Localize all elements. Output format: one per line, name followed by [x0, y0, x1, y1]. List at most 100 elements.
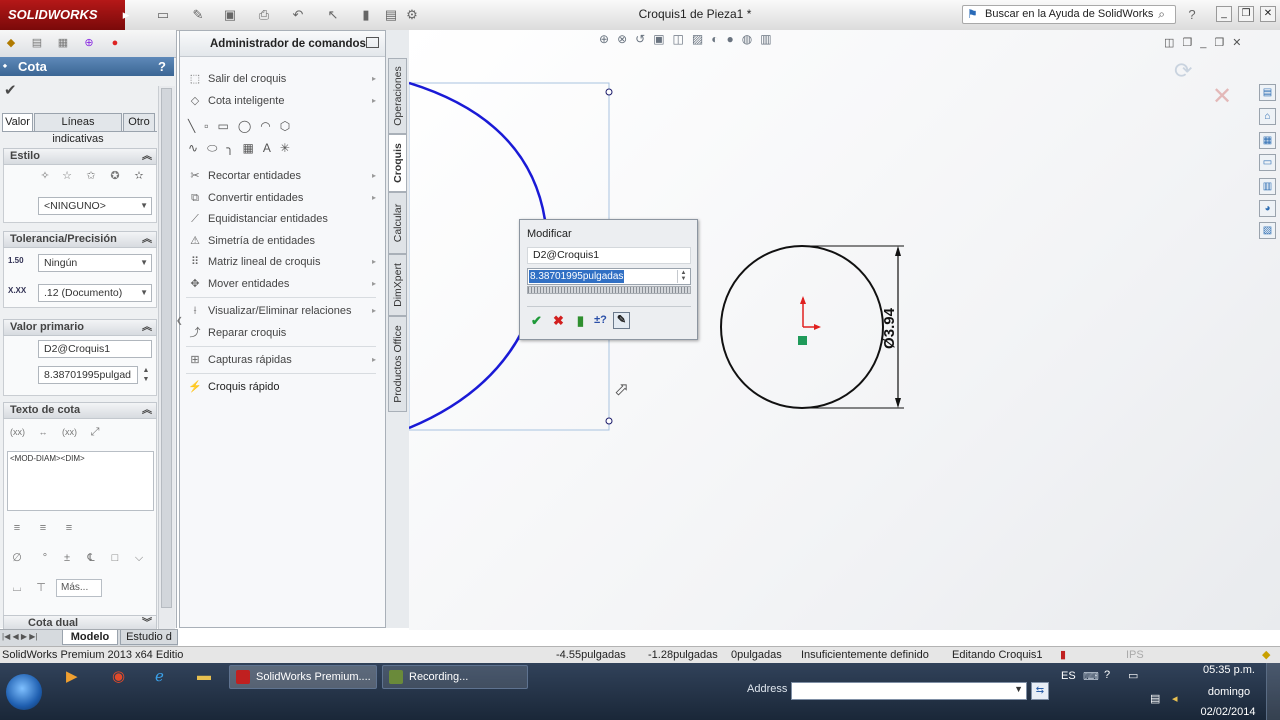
delete-style-icon[interactable]: ✩	[84, 169, 98, 183]
thumbwheel[interactable]	[527, 286, 691, 294]
mark-for-drawing-button[interactable]: ✎	[613, 312, 630, 329]
address-input[interactable]: ▼	[791, 682, 1027, 700]
plus-minus-icon[interactable]: ±	[60, 551, 74, 565]
property-scrollbar[interactable]	[158, 86, 175, 658]
line-icon[interactable]: ╲	[188, 119, 204, 133]
estilo-header[interactable]: Estilo ︽	[3, 148, 157, 165]
cmd-capturas-rapidas[interactable]: ⊞ Capturas rápidas ▸	[186, 351, 376, 369]
help-button[interactable]: ?	[158, 57, 166, 76]
custom-properties-icon[interactable]: ▧	[1259, 222, 1276, 239]
address-go-icon[interactable]: ⇆	[1031, 682, 1049, 700]
cmd-recortar-entidades[interactable]: ✂ Recortar entidades ▸	[186, 167, 376, 185]
keyboard-icon[interactable]: ⌨	[1083, 670, 1099, 683]
explorer-folder-icon[interactable]: ▬	[197, 667, 211, 683]
align-right-icon[interactable]: ≡	[62, 521, 76, 535]
align-center-icon[interactable]: ≡	[36, 521, 50, 535]
center-dimension-icon[interactable]: ↔	[36, 425, 50, 439]
appearances-icon[interactable]: ◕	[1259, 200, 1276, 217]
ok-button[interactable]: ✔	[528, 312, 545, 329]
media-player-icon[interactable]: ▶	[66, 667, 78, 685]
dimension-value-field[interactable]: 8.38701995pulgad	[38, 366, 138, 384]
property-manager-icon[interactable]: ▤	[30, 36, 44, 50]
view-palette-icon[interactable]: ▥	[1259, 178, 1276, 195]
rectangle-icon[interactable]: ▫	[204, 119, 217, 133]
solidworks-logo[interactable]: SOLIDWORKS	[0, 0, 125, 30]
save-style-icon[interactable]: ✪	[108, 169, 122, 183]
fillet-icon[interactable]: ╮	[226, 141, 242, 155]
dimension-text-area[interactable]: <MOD-DIAM><DIM>	[7, 451, 154, 511]
modify-value-text[interactable]: 8.38701995pulgadas	[529, 270, 625, 283]
cmd-simetria-entidades[interactable]: ⚠ Simetría de entidades	[186, 232, 315, 250]
depth-icon[interactable]: ⊤	[34, 581, 48, 595]
tab-modelo[interactable]: Modelo	[62, 630, 118, 645]
rebuild-button[interactable]: ▮	[572, 312, 589, 329]
text-icon[interactable]: A	[263, 141, 280, 155]
centerline-icon[interactable]: ℄	[84, 551, 98, 565]
tooltip-icon[interactable]: ◆	[1262, 647, 1270, 663]
parentheses-icon[interactable]: (xx)	[10, 425, 25, 439]
new-document-icon[interactable]: ▭	[155, 7, 171, 23]
rebuild-icon[interactable]: ▮	[358, 7, 374, 23]
cancel-button[interactable]: ✖	[550, 312, 567, 329]
precision-combo[interactable]: .12 (Documento) ▼	[38, 284, 152, 302]
ellipse-icon[interactable]: ⬭	[207, 141, 226, 155]
apply-style-icon[interactable]: ✧	[38, 169, 52, 183]
degree-symbol-icon[interactable]: °	[38, 551, 52, 565]
vtab-calcular[interactable]: Calcular	[388, 192, 407, 254]
arc-icon[interactable]: ◠	[260, 119, 279, 133]
polygon-icon[interactable]: ⬡	[280, 119, 299, 133]
style-combo[interactable]: <NINGUNO> ▼	[38, 197, 152, 215]
vtab-productos-office[interactable]: Productos Office	[388, 316, 407, 412]
select-icon[interactable]: ↖	[325, 7, 341, 23]
help-search-input[interactable]: ⚑ Buscar en la Ayuda de SolidWorks ⌕	[962, 5, 1176, 24]
taskbar-app-recording[interactable]: Recording...	[382, 665, 528, 689]
save-icon[interactable]: ▣	[222, 7, 238, 23]
cmd-equidistanciar-entidades[interactable]: ⟋ Equidistanciar entidades	[186, 210, 328, 228]
minimize-button[interactable]: _	[1216, 6, 1232, 22]
reset-spin-increment-button[interactable]: ±?	[592, 312, 609, 329]
load-style-icon[interactable]: ✫	[132, 169, 146, 183]
show-desktop-button[interactable]	[1266, 663, 1280, 720]
clock-day[interactable]: domingo	[1203, 686, 1255, 698]
valor-primario-header[interactable]: Valor primario ︽	[3, 319, 157, 336]
cmd-visualizar-relaciones[interactable]: ⟊ Visualizar/Eliminar relaciones ▸	[186, 302, 376, 320]
dimxpert-manager-icon[interactable]: ⊕	[82, 36, 96, 50]
clock-time[interactable]: 05:35 p.m.	[1203, 664, 1255, 676]
vtab-croquis[interactable]: Croquis	[388, 134, 407, 192]
undo-icon[interactable]: ↶	[290, 7, 306, 23]
cmd-croquis-rapido[interactable]: ⚡ Croquis rápido	[186, 378, 279, 396]
scroll-thumb[interactable]	[161, 88, 172, 608]
collapse-panel-handle[interactable]: ❮	[176, 316, 183, 342]
tray-icon[interactable]: ▭	[1128, 669, 1138, 682]
tolerance-combo[interactable]: Ningún ▼	[38, 254, 152, 272]
spline-icon[interactable]: ∿	[188, 141, 207, 155]
help-tray-icon[interactable]: ?	[1104, 669, 1110, 681]
modify-value-input[interactable]: 8.38701995pulgadas ▲ ▼	[527, 268, 691, 285]
pin-icon[interactable]	[366, 37, 379, 48]
internet-explorer-icon[interactable]: ℯ	[155, 667, 164, 685]
plane-icon[interactable]: ▦	[243, 141, 263, 155]
file-explorer-icon[interactable]: ▭	[1259, 154, 1276, 171]
tab-estudio[interactable]: Estudio d	[120, 630, 178, 645]
countersink-icon[interactable]: ⌵	[132, 551, 146, 565]
chrome-icon[interactable]: ◉	[112, 667, 125, 685]
point-icon[interactable]: ✳	[280, 141, 299, 155]
tab-valor[interactable]: Valor	[2, 113, 33, 131]
network-icon[interactable]: ▤	[1150, 692, 1160, 705]
configuration-manager-icon[interactable]: ▦	[56, 36, 70, 50]
cmd-reparar-croquis[interactable]: ⤴ Reparar croquis	[186, 324, 287, 342]
texto-cota-header[interactable]: Texto de cota ︽	[3, 402, 157, 419]
inspection-icon[interactable]: (xx)	[62, 425, 77, 439]
diameter-symbol-icon[interactable]: ∅	[10, 551, 24, 565]
options-icon[interactable]: ⚙	[404, 7, 420, 23]
square-symbol-icon[interactable]: □	[108, 551, 122, 565]
tab-navigation-arrows[interactable]: |◀ ◀ ▶ ▶|	[2, 632, 58, 644]
diameter-dimension-label[interactable]: Ø3.94	[881, 308, 898, 349]
slot-icon[interactable]: ▭	[218, 119, 238, 133]
address-dropdown-icon[interactable]: ▼	[1014, 684, 1023, 694]
status-units[interactable]: IPS	[1126, 647, 1144, 663]
dimension-name-field[interactable]: D2@Croquis1	[38, 340, 152, 358]
resources-icon[interactable]: ▤	[1259, 84, 1276, 101]
file-properties-icon[interactable]: ▤	[383, 7, 399, 23]
vtab-operaciones[interactable]: Operaciones	[388, 58, 407, 134]
